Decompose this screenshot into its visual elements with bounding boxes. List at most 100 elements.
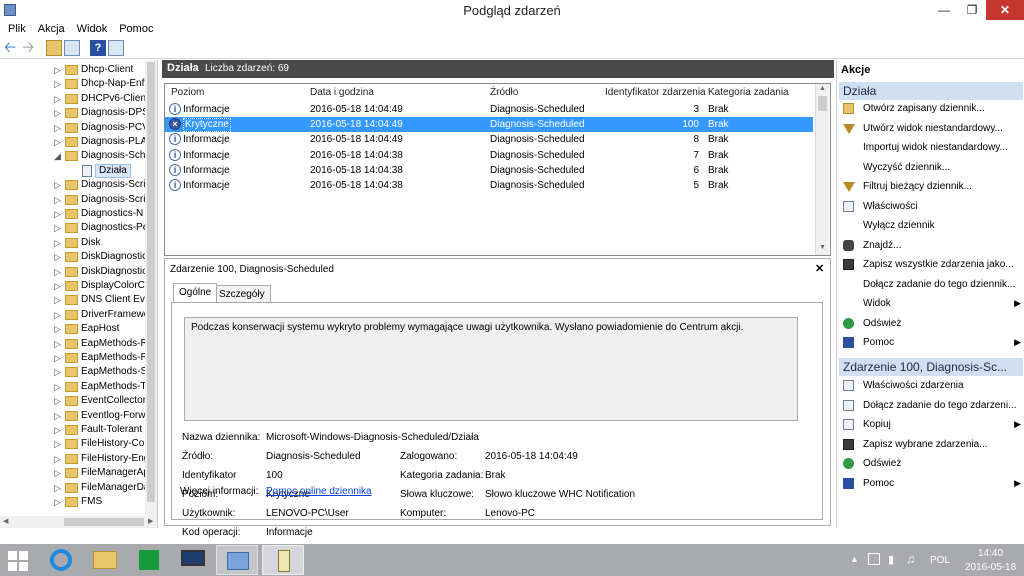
scroll-down-icon[interactable]: ▼ xyxy=(819,244,826,251)
events-scrollbar[interactable]: ▲ ▼ xyxy=(815,84,829,255)
action-item[interactable]: Odśwież xyxy=(839,314,1023,333)
action-item[interactable]: Właściwości zdarzenia xyxy=(839,376,1023,395)
expand-arrow-icon[interactable]: ▷ xyxy=(54,135,62,149)
action-item[interactable]: Znajdź... xyxy=(839,236,1023,255)
expand-arrow-icon[interactable]: ▷ xyxy=(54,394,62,408)
tree-horizontal-scrollbar[interactable]: ◀ ▶ xyxy=(0,516,157,528)
action-item[interactable]: Wyczyść dziennik... xyxy=(839,158,1023,177)
table-row[interactable]: × Krytyczne 2016-05-18 14:04:49 Diagnosis-S… xyxy=(165,117,813,133)
expand-arrow-icon[interactable]: ▷ xyxy=(54,207,62,221)
action-item[interactable]: Kopiuj ▶ xyxy=(839,415,1023,434)
tree-item[interactable]: ▷ Diagnosis-Scri xyxy=(0,193,145,207)
expand-arrow-icon[interactable]: ▷ xyxy=(54,63,62,77)
action-item[interactable]: Pomoc ▶ xyxy=(839,333,1023,352)
forward-arrow-icon[interactable]: 🡢 xyxy=(22,40,38,56)
scroll-thumb[interactable] xyxy=(818,96,827,111)
action-item[interactable]: Importuj widok niestandardowy... xyxy=(839,138,1023,157)
expand-arrow-icon[interactable]: ▷ xyxy=(54,92,62,106)
column-header-level[interactable]: Poziom xyxy=(171,87,204,98)
explorer-taskbar-button[interactable] xyxy=(84,545,126,575)
tree-item[interactable]: ▷ EapHost xyxy=(0,322,145,336)
column-header-datetime[interactable]: Data i godzina xyxy=(310,87,374,98)
expand-arrow-icon[interactable]: ▷ xyxy=(54,250,62,264)
menu-action[interactable]: Akcja xyxy=(32,21,71,37)
expand-arrow-icon[interactable]: ▷ xyxy=(54,265,62,279)
scroll-left-icon[interactable]: ◀ xyxy=(3,517,8,525)
tab-general[interactable]: Ogólne xyxy=(173,283,218,302)
expand-arrow-icon[interactable]: ▷ xyxy=(54,77,62,91)
tree-item[interactable]: ▷ Dhcp-Nap-Enf xyxy=(0,77,145,91)
column-header-event-id[interactable]: Identyfikator zdarzenia xyxy=(605,87,706,98)
clock-date[interactable]: 2016-05-18 xyxy=(965,562,1016,573)
action-item[interactable]: Odśwież xyxy=(839,454,1023,473)
table-row[interactable]: i Informacje 2016-05-18 14:04:38 Diagnosis-… xyxy=(165,163,813,178)
expand-arrow-icon[interactable]: ▷ xyxy=(54,279,62,293)
maximize-button[interactable]: ❐ xyxy=(958,0,986,20)
tree-item[interactable]: ▷ Diagnosis-DPS xyxy=(0,106,149,120)
action-item[interactable]: Wyłącz dziennik xyxy=(839,216,1023,235)
expand-arrow-icon[interactable]: ▷ xyxy=(54,351,62,365)
tree-item[interactable]: ▷ DisplayColorC xyxy=(0,279,145,293)
scroll-up-icon[interactable]: ▲ xyxy=(819,85,826,92)
tree-item[interactable]: ▷ EventCollector xyxy=(0,394,146,408)
back-arrow-icon[interactable]: 🡠 xyxy=(4,40,20,56)
tree-item[interactable]: ▷ Eventlog-Forw xyxy=(0,409,145,423)
expand-arrow-icon[interactable]: ▷ xyxy=(54,106,62,120)
language-indicator[interactable]: POL xyxy=(930,555,950,566)
expand-arrow-icon[interactable]: ▷ xyxy=(54,236,62,250)
action-item[interactable]: Pomoc ▶ xyxy=(839,474,1023,493)
scroll-thumb[interactable] xyxy=(64,518,144,526)
table-row[interactable]: i Informacje 2016-05-18 14:04:38 Diagnosis-… xyxy=(165,148,813,163)
event-viewer-taskbar-button[interactable] xyxy=(262,545,304,575)
tree-item[interactable]: ▷ Dhcp-Client xyxy=(0,63,145,77)
tree-item[interactable]: ▷ Fault-Tolerant xyxy=(0,423,145,437)
table-row[interactable]: i Informacje 2016-05-18 14:04:49 Diagnosis-… xyxy=(165,102,813,117)
expand-arrow-icon[interactable]: ▷ xyxy=(54,337,62,351)
tray-up-arrow-icon[interactable]: ▲ xyxy=(850,554,859,564)
action-item[interactable]: Dołącz zadanie do tego zdarzeni... xyxy=(839,396,1023,415)
store-taskbar-button[interactable] xyxy=(128,545,170,575)
action-item[interactable]: Otwórz zapisany dziennik... xyxy=(839,99,1023,118)
tray-volume-icon[interactable]: ♫ xyxy=(906,552,915,566)
menu-help[interactable]: Pomoc xyxy=(113,21,159,37)
tree-item[interactable]: ▷ DiskDiagnostic xyxy=(0,265,147,279)
clock-time[interactable]: 14:40 xyxy=(978,548,1003,559)
tree-item[interactable]: ▷ Diagnosis-PLA xyxy=(0,135,147,149)
tree-item[interactable]: ▷ EapMethods-S xyxy=(0,365,147,379)
tree-item[interactable]: ▷ FileHistory-Co xyxy=(0,437,145,451)
tree-item[interactable]: ▷ Disk xyxy=(0,236,145,250)
section-event-actions[interactable]: Zdarzenie 100, Diagnosis-Sc... xyxy=(839,358,1023,376)
help-icon[interactable]: ? xyxy=(90,40,106,56)
tree-item[interactable]: ▷ FileManagerDa xyxy=(0,481,149,495)
tree-item[interactable]: ▷ FileHistory-Eng xyxy=(0,452,149,466)
minimize-button[interactable]: — xyxy=(930,0,958,20)
scroll-thumb[interactable] xyxy=(147,62,155,502)
tree-item[interactable]: ▷ FileManagerApp xyxy=(0,466,154,480)
expand-arrow-icon[interactable]: ▷ xyxy=(54,495,62,509)
column-header-source[interactable]: Źródło xyxy=(490,87,518,98)
ie-taskbar-button[interactable] xyxy=(40,545,82,575)
tree-item[interactable]: ▷ DiskDiagnostic xyxy=(0,250,147,264)
expand-arrow-icon[interactable]: ▷ xyxy=(54,365,62,379)
action-item[interactable]: Zapisz wszystkie zdarzenia jako... xyxy=(839,255,1023,274)
expand-arrow-icon[interactable]: ▷ xyxy=(54,178,62,192)
tree-item[interactable]: ▷ Diagnostics-N xyxy=(0,207,145,221)
close-icon[interactable]: ✕ xyxy=(815,262,824,275)
tree-item[interactable]: ▷ EapMethods-T xyxy=(0,380,147,394)
expand-arrow-icon[interactable]: ▷ xyxy=(54,121,62,135)
console-tree-icon[interactable] xyxy=(64,40,80,56)
expand-arrow-icon[interactable]: ▷ xyxy=(54,466,62,480)
section-log-actions[interactable]: Działa xyxy=(839,82,1023,100)
action-item[interactable]: Widok ▶ xyxy=(839,294,1023,313)
expand-arrow-icon[interactable]: ▷ xyxy=(54,481,62,495)
mmc-taskbar-button[interactable] xyxy=(216,545,258,575)
expand-arrow-icon[interactable]: ▷ xyxy=(54,293,62,307)
expand-arrow-icon[interactable]: ▷ xyxy=(54,322,62,336)
tree-item[interactable]: ▷ DNS Client Eve xyxy=(0,293,150,307)
tree-item[interactable]: ▷ Diagnosis-Scri xyxy=(0,178,145,192)
column-header-category[interactable]: Kategoria zadania xyxy=(708,87,789,98)
tray-flag-icon[interactable] xyxy=(868,553,880,565)
tab-details[interactable]: Szczegóły xyxy=(213,285,271,302)
expand-arrow-icon[interactable]: ▷ xyxy=(54,308,62,322)
expand-arrow-icon[interactable]: ▷ xyxy=(54,423,62,437)
